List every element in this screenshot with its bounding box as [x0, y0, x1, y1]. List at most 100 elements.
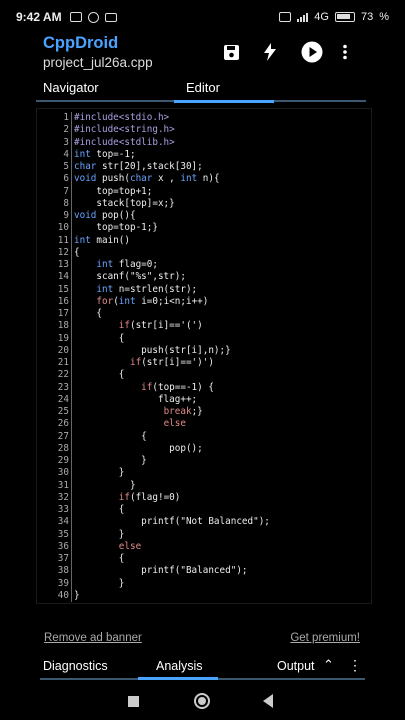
code-line[interactable]: 23 if(top==-1) { — [37, 381, 373, 394]
code-token: int — [74, 148, 91, 160]
save-icon — [223, 44, 239, 60]
code-line[interactable]: 16 for(int i=0;i<n;i++) — [37, 295, 373, 308]
gutter-divider — [71, 124, 72, 137]
code-line[interactable]: 11 int main() — [37, 234, 373, 247]
code-line[interactable]: 32 if(flag!=0) — [37, 491, 373, 504]
code-line[interactable]: 33 { — [37, 504, 373, 517]
line-number: 3 — [63, 136, 69, 148]
recents-icon[interactable] — [128, 696, 139, 707]
code-text: } — [74, 455, 147, 467]
code-text: scanf("%s",str); — [74, 271, 186, 283]
line-number: 16 — [57, 295, 69, 307]
code-token: for — [96, 295, 114, 307]
code-text: int n=strlen(str); — [74, 284, 197, 296]
code-token: } — [74, 528, 125, 540]
code-line[interactable]: 26 else — [37, 418, 373, 431]
code-token: push( — [96, 173, 130, 185]
code-line[interactable]: 21 if(str[i]==')') — [37, 357, 373, 370]
code-line[interactable]: 39 } — [37, 577, 373, 590]
gutter-divider — [71, 455, 72, 468]
get-premium-link[interactable]: Get premium! — [290, 632, 360, 644]
code-text: top=top-1;} — [74, 222, 158, 234]
code-line[interactable]: 38 printf("Balanced"); — [37, 565, 373, 578]
code-line[interactable]: 19 { — [37, 332, 373, 345]
code-line[interactable]: 27 { — [37, 430, 373, 443]
tab-output[interactable]: Output — [277, 659, 315, 673]
code-line[interactable]: 30 } — [37, 467, 373, 480]
tab-editor[interactable]: Editor — [186, 80, 220, 95]
code-line[interactable]: 6 void push(char x , int n){ — [37, 173, 373, 186]
code-line[interactable]: 34 printf("Not Balanced"); — [37, 516, 373, 529]
battery-icon — [334, 12, 355, 22]
code-line[interactable]: 4 int top=-1; — [37, 148, 373, 161]
home-icon[interactable] — [194, 693, 210, 709]
code-line[interactable]: 36 else — [37, 540, 373, 553]
code-line[interactable]: 37 { — [37, 553, 373, 566]
vibrate-icon — [279, 12, 292, 22]
code-line[interactable]: 17 { — [37, 308, 373, 321]
code-token: int — [96, 283, 114, 295]
gutter-divider — [71, 381, 72, 394]
more-vertical-icon — [343, 44, 347, 60]
code-line[interactable]: 9 void pop(){ — [37, 210, 373, 223]
code-line[interactable]: 5 char str[20],stack[30]; — [37, 161, 373, 174]
code-line[interactable]: 35 } — [37, 528, 373, 541]
remove-ad-link[interactable]: Remove ad banner — [44, 632, 142, 644]
code-line[interactable]: 7 top=top+1; — [37, 185, 373, 198]
code-line[interactable]: 14 scanf("%s",str); — [37, 271, 373, 284]
code-line[interactable]: 13 int flag=0; — [37, 259, 373, 272]
code-token: if — [118, 491, 130, 503]
code-line[interactable]: 8 stack[top]=x;} — [37, 197, 373, 210]
gutter-divider — [71, 295, 72, 308]
code-editor[interactable]: 1 #include<stdio.h> 2 #include<string.h> 3 #i… — [36, 108, 372, 604]
code-line[interactable]: 40} — [37, 589, 373, 602]
back-icon[interactable] — [263, 694, 273, 708]
code-token: { — [74, 430, 147, 442]
code-token: pop(){ — [96, 210, 136, 221]
code-line[interactable]: 20 push(str[i],n);} — [37, 344, 373, 357]
code-token: if — [118, 320, 130, 332]
code-token: printf("Balanced"); — [74, 565, 248, 577]
system-nav-bar — [0, 688, 405, 720]
code-text: top=top+1; — [74, 186, 152, 198]
code-line[interactable]: 28 pop(); — [37, 442, 373, 455]
code-line[interactable]: 31 } — [37, 479, 373, 492]
code-line[interactable]: 22 { — [37, 369, 373, 382]
code-token: main() — [90, 234, 130, 246]
code-text: void push(char x , int n){ — [74, 173, 220, 185]
code-token: { — [74, 308, 102, 319]
code-line[interactable]: 15 int n=strlen(str); — [37, 283, 373, 296]
tab-diagnostics[interactable]: Diagnostics — [43, 659, 108, 673]
code-token: int — [180, 173, 198, 185]
code-token: ;} — [191, 406, 203, 417]
code-text: break;} — [74, 406, 203, 418]
code-token: str[20],stack[30]; — [96, 161, 203, 172]
code-line[interactable]: 24 flag++; — [37, 393, 373, 406]
overflow-menu-button[interactable] — [332, 39, 358, 65]
gutter-divider — [71, 516, 72, 529]
code-line[interactable]: 12 { — [37, 246, 373, 259]
code-area[interactable]: 1 #include<stdio.h> 2 #include<string.h> 3 #i… — [37, 112, 373, 602]
build-button[interactable] — [257, 39, 283, 65]
code-line[interactable]: 2 #include<string.h> — [37, 124, 373, 137]
code-token: int — [74, 234, 91, 246]
line-number: 28 — [57, 442, 69, 454]
code-line[interactable]: 10 top=top-1;} — [37, 222, 373, 235]
network-type: 4G — [314, 11, 329, 23]
line-number: 30 — [57, 467, 69, 479]
chevron-up-icon[interactable]: ⌃ — [323, 657, 334, 673]
gutter-divider — [71, 308, 72, 321]
line-number: 6 — [63, 173, 69, 185]
code-line[interactable]: 3 #include<stdlib.h> — [37, 136, 373, 149]
run-button[interactable] — [299, 39, 325, 65]
code-line[interactable]: 29 } — [37, 455, 373, 468]
code-token: void — [74, 210, 97, 221]
save-button[interactable] — [218, 39, 244, 65]
code-line[interactable]: 18 if(str[i]=='(') — [37, 320, 373, 333]
code-line[interactable]: 25 break;} — [37, 406, 373, 419]
code-line[interactable]: 1 #include<stdio.h> — [37, 112, 373, 125]
tab-analysis[interactable]: Analysis — [156, 659, 203, 673]
code-text: } — [74, 590, 80, 602]
more-vertical-icon[interactable]: ⋮ — [348, 657, 362, 674]
tab-navigator[interactable]: Navigator — [43, 80, 99, 95]
